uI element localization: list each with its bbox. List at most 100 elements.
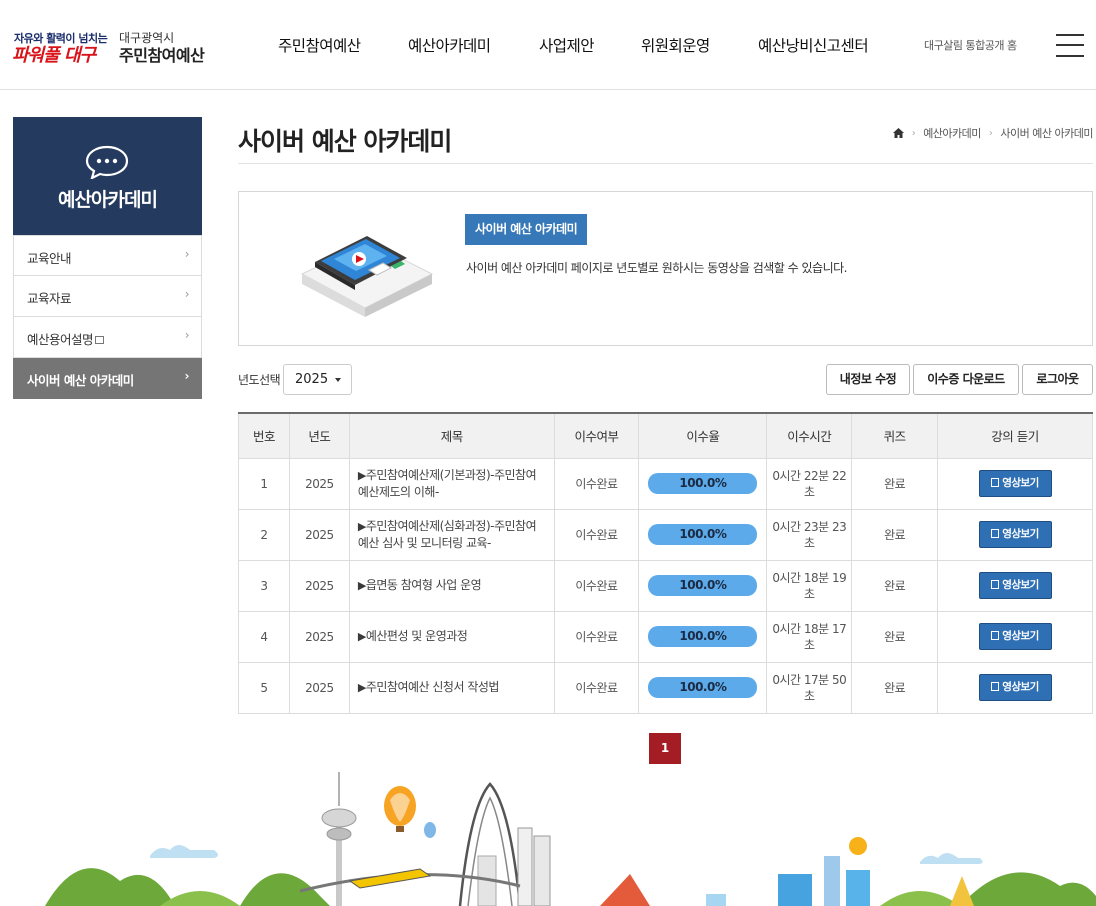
cell-quiz: 완료 xyxy=(851,508,939,561)
intro-description: 사이버 예산 아카데미 페이지로 년도별로 원하시는 동영상을 검색할 수 있습… xyxy=(466,261,847,275)
document-icon xyxy=(991,580,1000,589)
sidebar-item-label: 예산용어설명 xyxy=(27,332,94,347)
cell-watch: 영상보기 xyxy=(937,508,1093,561)
sidebar-item-education-materials[interactable]: 교육자료 › xyxy=(13,276,202,317)
cell-rate: 100.0% xyxy=(638,559,768,612)
logout-button[interactable]: 로그아웃 xyxy=(1022,364,1093,395)
cell-year: 2025 xyxy=(288,559,350,612)
cell-rate: 100.0% xyxy=(638,457,768,510)
cell-no: 2 xyxy=(238,508,290,561)
cell-title: ▶읍면동 참여형 사업 운영 xyxy=(348,559,555,612)
col-header-time: 이수시간 xyxy=(766,412,853,459)
util-link-open-finance[interactable]: 대구살림 통합공개 홈 xyxy=(924,37,1017,53)
site-header: 자유와 활력이 넘치는 파워풀 대구 대구광역시 주민참여예산 주민참여예산 예… xyxy=(0,0,1096,90)
breadcrumb: › 예산아카데미 › 사이버 예산 아카데미 xyxy=(892,125,1093,141)
sidebar-item-budget-glossary[interactable]: 예산용어설명 › xyxy=(13,317,202,358)
cell-watch: 영상보기 xyxy=(937,559,1093,612)
cell-quiz: 완료 xyxy=(851,661,939,714)
cell-year: 2025 xyxy=(288,661,350,714)
col-header-quiz: 퀴즈 xyxy=(851,412,939,459)
table-row: 4 2025 ▶예산편성 및 운영과정 이수완료 100.0% 0시간 18분 … xyxy=(238,610,1093,663)
cell-quiz: 완료 xyxy=(851,610,939,663)
cell-quiz: 완료 xyxy=(851,559,939,612)
breadcrumb-separator: › xyxy=(911,127,916,139)
play-icon: ▶ xyxy=(357,630,366,643)
table-header-row: 번호 년도 제목 이수여부 이수율 이수시간 퀴즈 강의 듣기 xyxy=(238,412,1093,459)
cell-year: 2025 xyxy=(288,508,350,561)
chevron-right-icon: › xyxy=(184,287,190,301)
logo-org: 주민참여예산 xyxy=(119,46,205,65)
table-row: 3 2025 ▶읍면동 참여형 사업 운영 이수완료 100.0% 0시간 18… xyxy=(238,559,1093,612)
nav-item-committee[interactable]: 위원회운영 xyxy=(621,34,738,56)
nav-item-project-proposal[interactable]: 사업제안 xyxy=(519,34,621,56)
cell-quiz: 완료 xyxy=(851,457,939,510)
breadcrumb-item[interactable]: 예산아카데미 xyxy=(923,125,981,141)
certificate-download-button[interactable]: 이수증 다운로드 xyxy=(913,364,1019,395)
col-header-title: 제목 xyxy=(348,412,555,459)
completion-rate-bar: 100.0% xyxy=(648,626,758,647)
year-select[interactable]: 2025 xyxy=(283,364,352,395)
play-icon: ▶ xyxy=(357,468,366,482)
watch-video-button[interactable]: 영상보기 xyxy=(978,572,1052,599)
cell-year: 2025 xyxy=(288,610,350,663)
col-header-watch: 강의 듣기 xyxy=(937,412,1093,459)
col-header-rate: 이수율 xyxy=(638,412,768,459)
sidebar-item-cyber-academy[interactable]: 사이버 예산 아카데미 › xyxy=(13,358,202,399)
play-icon: ▶ xyxy=(357,681,366,694)
watch-video-button[interactable]: 영상보기 xyxy=(978,623,1052,650)
watch-video-button[interactable]: 영상보기 xyxy=(978,470,1052,497)
cell-watch: 영상보기 xyxy=(937,661,1093,714)
cell-status: 이수완료 xyxy=(553,610,640,663)
sidebar-item-label: 사이버 예산 아카데미 xyxy=(27,373,134,388)
watch-video-label: 영상보기 xyxy=(1002,579,1039,591)
cell-status: 이수완료 xyxy=(553,559,640,612)
city-skyline-illustration xyxy=(45,772,1096,906)
title-divider xyxy=(238,163,1093,164)
home-icon[interactable] xyxy=(892,128,904,138)
intro-badge: 사이버 예산 아카데미 xyxy=(465,214,588,245)
intro-box: 사이버 예산 아카데미 사이버 예산 아카데미 페이지로 년도별로 원하시는 동… xyxy=(238,191,1093,346)
cell-watch: 영상보기 xyxy=(937,457,1093,510)
cell-rate: 100.0% xyxy=(638,610,768,663)
cell-time: 0시간 17분 50초 xyxy=(766,661,853,714)
nav-item-budget-academy[interactable]: 예산아카데미 xyxy=(388,34,519,56)
breadcrumb-separator: › xyxy=(988,127,993,139)
cell-time: 0시간 23분 23초 xyxy=(766,508,853,561)
new-window-icon xyxy=(95,336,105,344)
cell-status: 이수완료 xyxy=(553,457,640,510)
watch-video-button[interactable]: 영상보기 xyxy=(978,521,1052,548)
cell-status: 이수완료 xyxy=(553,508,640,561)
site-logo[interactable]: 자유와 활력이 넘치는 파워풀 대구 대구광역시 주민참여예산 xyxy=(12,28,212,68)
sidebar-item-education-guide[interactable]: 교육안내 › xyxy=(13,235,202,276)
hamburger-icon[interactable] xyxy=(1056,32,1084,58)
watch-video-button[interactable]: 영상보기 xyxy=(978,674,1052,701)
logo-brand: 파워풀 대구 xyxy=(12,45,96,66)
completion-rate-bar: 100.0% xyxy=(648,575,758,596)
sidebar-item-label: 교육자료 xyxy=(27,291,72,306)
play-icon: ▶ xyxy=(357,519,366,533)
document-icon xyxy=(991,682,1000,691)
col-header-no: 번호 xyxy=(238,412,290,459)
sidebar-title: 예산아카데미 xyxy=(58,189,158,211)
cell-title: ▶주민참여예산 신청서 작성법 xyxy=(348,661,555,714)
cell-no: 5 xyxy=(238,661,290,714)
edit-profile-button[interactable]: 내정보 수정 xyxy=(826,364,910,395)
chat-bubble-icon xyxy=(85,145,129,179)
course-title: 읍면동 참여형 사업 운영 xyxy=(365,578,482,592)
video-phone-illustration xyxy=(300,236,434,317)
table-row: 5 2025 ▶주민참여예산 신청서 작성법 이수완료 100.0% 0시간 1… xyxy=(238,661,1093,714)
course-table: 번호 년도 제목 이수여부 이수율 이수시간 퀴즈 강의 듣기 1 2025 ▶… xyxy=(238,412,1093,714)
nav-item-citizen-budget[interactable]: 주민참여예산 xyxy=(258,34,388,56)
breadcrumb-item-current[interactable]: 사이버 예산 아카데미 xyxy=(1000,125,1093,141)
year-select-value: 2025 xyxy=(295,372,329,387)
nav-item-waste-report[interactable]: 예산낭비신고센터 xyxy=(738,34,888,56)
cell-year: 2025 xyxy=(288,457,350,510)
document-icon xyxy=(991,478,1000,487)
course-title: 예산편성 및 운영과정 xyxy=(365,629,468,643)
cell-rate: 100.0% xyxy=(638,661,768,714)
cell-no: 4 xyxy=(238,610,290,663)
cell-time: 0시간 18분 17초 xyxy=(766,610,853,663)
pagination-page-current[interactable]: 1 xyxy=(649,733,681,764)
document-icon xyxy=(991,529,1000,538)
table-row: 1 2025 ▶주민참여예산제(기본과정)-주민참여예산제도의 이해- 이수완료… xyxy=(238,457,1093,510)
